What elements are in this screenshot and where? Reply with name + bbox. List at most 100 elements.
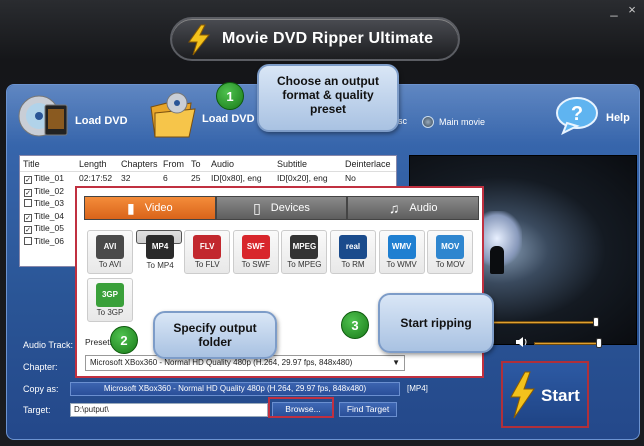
mov-format-icon: MOV [436,235,465,259]
title-name: Title_05 [34,223,64,233]
help-button[interactable]: Help [606,112,630,124]
volume-slider[interactable] [534,342,602,345]
format-swf-button[interactable]: SWF To SWF [232,230,279,274]
step-3-callout: Start ripping [378,293,494,353]
progress-slider-knob[interactable] [593,317,599,327]
main-movie-radio[interactable] [422,116,434,128]
film-icon: ▮ [127,199,135,216]
swf-format-icon: SWF [241,235,270,259]
start-button[interactable]: Start [501,361,589,428]
volume-slider-knob[interactable] [596,338,602,348]
3gp-format-icon: 3GP [96,283,124,307]
title-checkbox[interactable]: ✓ [24,213,32,222]
tab-video[interactable]: ▮ Video [84,196,216,220]
browse-highlight [268,397,334,418]
step-2-text: Specify output folder [173,321,257,349]
mp4-format-icon: MP4 [146,235,175,259]
tab-audio[interactable]: ♫ Audio [347,196,480,220]
tab-label: Video [144,202,173,214]
find-target-button[interactable]: Find Target [339,402,397,417]
minimize-button[interactable]: _ [606,3,622,17]
format-label: To MOV [435,260,465,269]
title-name: Title_01 [34,173,64,183]
table-cell: No [345,173,356,183]
column-header[interactable]: Deinterlace [342,156,394,171]
wmv-format-icon: WMV [387,235,416,259]
format-label: To MP4 [146,261,174,270]
format-label: To MPEG [287,260,322,269]
title-checkbox[interactable] [24,199,32,207]
format-mov-button[interactable]: MOV To MOV [427,230,474,274]
chevron-down-icon: ▼ [392,358,400,367]
format-tabs: ▮ Video ▯ Devices ♫ Audio [84,196,480,220]
format-avi-button[interactable]: AVI To AVI [87,230,133,274]
step-1-callout: Choose an output format & quality preset [257,64,399,132]
column-header[interactable]: From [160,156,188,171]
title-checkbox[interactable]: ✓ [24,226,32,234]
dvd-disc-icon[interactable] [17,93,69,139]
copy-as-label: Copy as: [23,384,59,394]
help-icon[interactable]: ? [555,95,601,135]
title-name: Title_06 [34,235,64,246]
tab-label: Devices [270,202,310,214]
folder-icon[interactable] [147,89,199,141]
target-input[interactable]: D:\putput\ [70,403,268,417]
music-note-icon: ♫ [388,200,400,216]
format-flv-button[interactable]: FLV To FLV [184,230,231,274]
main-movie-label: Main movie [439,117,486,127]
format-mp4-button[interactable]: MP4 To MP4 [135,230,182,270]
target-label: Target: [23,405,51,415]
column-header[interactable]: To [188,156,208,171]
speaker-icon[interactable] [515,336,529,348]
lightning-icon [510,371,535,419]
step-3-badge: 3 [341,311,369,339]
tab-devices[interactable]: ▯ Devices [215,196,348,220]
step-1-text: Choose an output format & quality preset [277,74,379,116]
table-cell: 25 [191,173,201,183]
column-header[interactable]: Length [76,156,118,171]
title-checkbox[interactable]: ✓ [24,188,32,197]
title-name: Title_02 [34,185,64,196]
progress-slider[interactable] [487,321,599,324]
start-label: Start [541,386,580,405]
column-header[interactable]: Subtitle [274,156,342,171]
column-header[interactable]: Audio [208,156,274,171]
copy-as-format: [MP4] [407,384,428,393]
mpeg-format-icon: MPEG [290,235,319,259]
table-cell: 6 [163,173,168,183]
format-wmv-button[interactable]: WMV To WMV [378,230,425,274]
column-header[interactable]: Title [20,156,76,171]
format-label: To 3GP [96,308,124,317]
load-dvd-button[interactable]: Load DVD [75,115,128,127]
table-row[interactable]: ✓ Title_01 02:17:52 32 6 25 ID[0x80], eng ID[0x… [20,172,396,185]
close-button[interactable]: × [624,3,640,17]
chapter-label: Chapter: [23,362,58,372]
real-format-icon: real [339,235,367,259]
format-label: To FLV [194,260,220,269]
app-title: Movie DVD Ripper Ultimate [222,30,434,47]
table-cell: ID[0x80], eng [211,173,262,183]
title-name: Title_04 [34,210,64,221]
table-cell: 32 [121,173,131,183]
format-label: To AVI [98,260,122,269]
svg-text:?: ? [571,103,583,125]
format-label: To SWF [241,260,271,269]
format-3gp-button[interactable]: 3GP To 3GP [87,278,133,322]
copy-as-select[interactable]: Microsoft XBox360 - Normal HD Quality 48… [70,382,400,396]
app-window: _ × Movie DVD Ripper Ultimate Load DVD L… [0,0,644,446]
title-bar: Movie DVD Ripper Ultimate [170,17,460,61]
format-label: To RM [341,260,365,269]
format-real-button[interactable]: real To RM [330,230,376,274]
column-header[interactable]: Chapters [118,156,160,171]
title-name: Title_03 [34,198,64,208]
step-3-text: Start ripping [400,316,472,330]
table-cell: ID[0x20], eng [277,173,328,183]
tab-label: Audio [409,202,438,214]
audio-track-label: Audio Track: [23,340,74,350]
title-checkbox[interactable]: ✓ [24,176,32,184]
title-checkbox[interactable] [24,236,32,245]
format-label: To WMV [386,260,417,269]
format-mpeg-button[interactable]: MPEG To MPEG [281,230,328,274]
step-1-badge: 1 [216,82,244,110]
preset-select-value: Microsoft XBox360 - Normal HD Quality 48… [90,358,353,367]
